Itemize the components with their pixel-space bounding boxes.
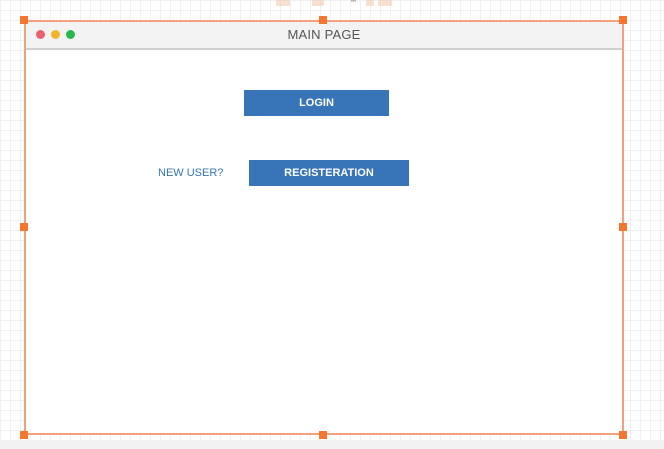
resize-handle-top-right[interactable] xyxy=(619,16,627,24)
resize-handle-top-left[interactable] xyxy=(20,16,28,24)
login-button[interactable]: LOGIN xyxy=(244,90,389,116)
resize-handle-bottom-right[interactable] xyxy=(619,431,627,439)
editor-toolbar-ghost xyxy=(246,0,396,12)
resize-handle-bottom[interactable] xyxy=(319,431,327,439)
window-titlebar: MAIN PAGE xyxy=(26,22,622,50)
resize-handle-right[interactable] xyxy=(619,223,627,231)
new-user-label: NEW USER? xyxy=(158,167,224,179)
registration-button[interactable]: REGISTERATION xyxy=(249,160,409,186)
resize-handle-left[interactable] xyxy=(20,223,28,231)
resize-handle-top[interactable] xyxy=(319,16,327,24)
resize-handle-bottom-left[interactable] xyxy=(20,431,28,439)
gear-icon[interactable]: ⚙ xyxy=(349,0,358,5)
main-page-window: MAIN PAGE LOGIN NEW USER? REGISTERATION xyxy=(24,20,624,435)
window-title: MAIN PAGE xyxy=(287,27,361,42)
canvas-bottom-bar xyxy=(0,441,664,449)
